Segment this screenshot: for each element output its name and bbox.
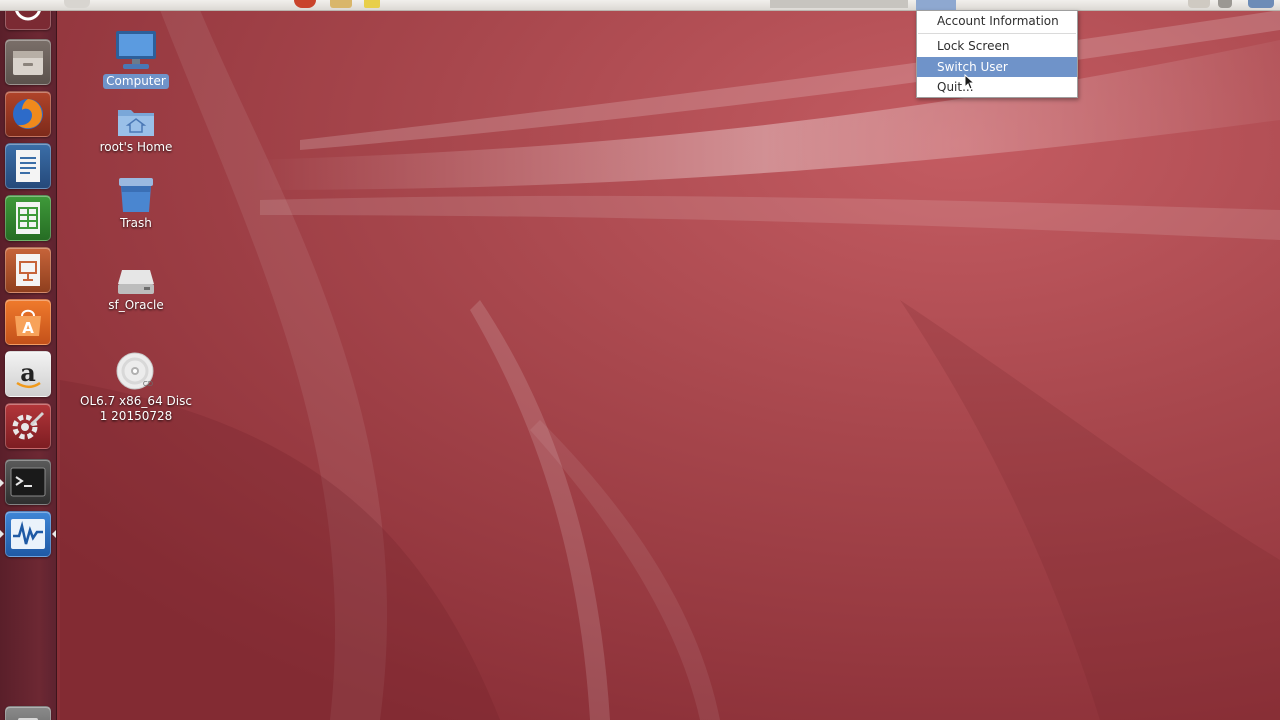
running-indicator (0, 530, 4, 538)
desktop-label: Trash (120, 216, 152, 230)
panel-task-area[interactable] (770, 0, 908, 8)
libreoffice-calc-icon[interactable] (5, 195, 51, 241)
menu-item-account-information[interactable]: Account Information (917, 11, 1077, 31)
running-indicator (0, 479, 4, 487)
desktop-icon-home[interactable]: root's Home (66, 104, 206, 155)
svg-text:CD: CD (143, 380, 153, 388)
desktop-screen: A a Computer root's Home Trash sf_Oracle… (0, 0, 1280, 720)
desktop-icon-computer[interactable]: Computer (66, 30, 206, 89)
svg-text:A: A (22, 319, 34, 337)
menu-separator (918, 33, 1076, 34)
trash-icon (119, 178, 153, 212)
menu-item-lock-screen[interactable]: Lock Screen (917, 36, 1077, 56)
desktop-icon-cd-disc[interactable]: CD OL6.7 x86_64 Disc 1 20150728 (66, 352, 206, 424)
panel-notes-icon[interactable] (364, 0, 380, 8)
desktop-icon-sf-oracle[interactable]: sf_Oracle (66, 266, 206, 313)
mouse-cursor-icon (964, 74, 976, 90)
libreoffice-writer-icon[interactable] (5, 143, 51, 189)
top-panel (0, 0, 1280, 11)
launcher: A a (0, 0, 57, 720)
panel-app-icon[interactable] (64, 0, 90, 8)
system-monitor-icon[interactable] (5, 511, 51, 557)
terminal-icon[interactable] (5, 459, 51, 505)
focused-indicator (52, 530, 56, 538)
file-manager-icon[interactable] (5, 39, 51, 85)
drive-icon (118, 270, 154, 294)
tray-session-icon[interactable] (1248, 0, 1274, 8)
panel-firefox-icon[interactable] (294, 0, 316, 8)
home-folder-icon (118, 110, 154, 136)
libreoffice-impress-icon[interactable] (5, 247, 51, 293)
user-menu-button[interactable] (916, 0, 956, 10)
desktop-label: OL6.7 x86_64 Disc 1 20150728 (80, 394, 192, 423)
desktop-label: sf_Oracle (108, 298, 164, 312)
panel-files-icon[interactable] (330, 0, 352, 8)
desktop-label: Computer (103, 74, 169, 89)
tray-network-icon[interactable] (1188, 0, 1210, 8)
firefox-icon[interactable] (5, 91, 51, 137)
amazon-icon[interactable]: a (5, 351, 51, 397)
trash-icon[interactable] (5, 706, 51, 720)
desktop-icon-trash[interactable]: Trash (66, 176, 206, 231)
svg-text:a: a (20, 358, 36, 387)
menu-item-switch-user[interactable]: Switch User (917, 57, 1077, 77)
tray-volume-icon[interactable] (1218, 0, 1232, 8)
system-settings-icon[interactable] (5, 403, 51, 449)
user-menu: Account Information Lock Screen Switch U… (916, 10, 1078, 98)
menu-item-quit[interactable]: Quit... (917, 77, 1077, 97)
desktop-label: root's Home (99, 140, 173, 154)
computer-icon (116, 31, 156, 69)
cd-disc-icon: CD (116, 352, 154, 390)
software-center-icon[interactable]: A (5, 299, 51, 345)
